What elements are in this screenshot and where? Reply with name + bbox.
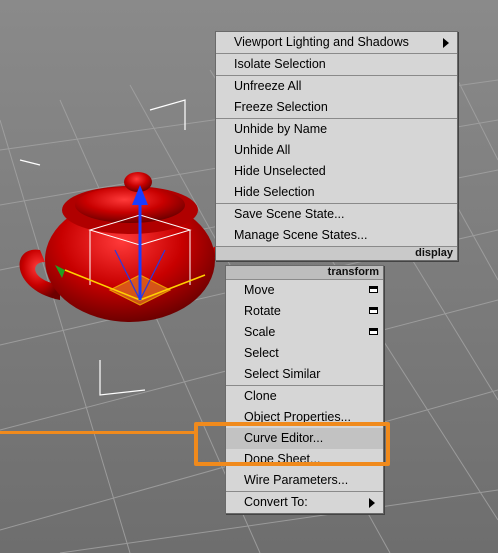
menu-item-label: Convert To:: [244, 495, 308, 509]
menu-item-unhide-all[interactable]: Unhide All: [216, 140, 457, 161]
display-section-5: Save Scene State... Manage Scene States.…: [216, 204, 457, 260]
menu-item-label: Move: [244, 283, 275, 297]
menu-item-label: Hide Selection: [234, 185, 315, 199]
menu-item-select-similar[interactable]: Select Similar: [226, 364, 383, 385]
display-section-3: Unfreeze All Freeze Selection: [216, 76, 457, 119]
callout-line: [0, 431, 196, 434]
submenu-arrow-icon: [443, 38, 449, 48]
submenu-arrow-icon: [369, 498, 375, 508]
menu-item-label: Scale: [244, 325, 276, 339]
display-section-2: Isolate Selection: [216, 54, 457, 76]
menu-item-label: Freeze Selection: [234, 100, 328, 114]
menu-item-isolate-selection[interactable]: Isolate Selection: [216, 54, 457, 75]
quad-label-transform: transform: [226, 266, 383, 280]
menu-item-select[interactable]: Select: [226, 343, 383, 364]
settings-box-icon[interactable]: [369, 286, 378, 293]
menu-item-clone[interactable]: Clone: [226, 386, 383, 407]
menu-item-wire-parameters[interactable]: Wire Parameters...: [226, 470, 383, 491]
transform-section-3: Convert To:: [226, 492, 383, 513]
menu-item-label: Clone: [244, 389, 277, 403]
menu-item-freeze-selection[interactable]: Freeze Selection: [216, 97, 457, 118]
menu-item-label: Select Similar: [244, 367, 321, 381]
menu-item-hide-unselected[interactable]: Hide Unselected: [216, 161, 457, 182]
menu-item-label: Unhide by Name: [234, 122, 328, 136]
menu-item-label: Select: [244, 346, 279, 360]
menu-item-move[interactable]: Move: [226, 280, 383, 301]
menu-item-unhide-by-name[interactable]: Unhide by Name: [216, 119, 457, 140]
menu-item-unfreeze-all[interactable]: Unfreeze All: [216, 76, 457, 97]
menu-item-label: Isolate Selection: [234, 57, 326, 71]
quad-menu-display: Viewport Lighting and Shadows Isolate Se…: [215, 31, 458, 261]
menu-item-hide-selection[interactable]: Hide Selection: [216, 182, 457, 203]
menu-item-label: Save Scene State...: [234, 207, 345, 221]
menu-item-label: Hide Unselected: [234, 164, 326, 178]
menu-item-scale[interactable]: Scale: [226, 322, 383, 343]
menu-item-label: Rotate: [244, 304, 281, 318]
quad-label-display: display: [216, 246, 457, 260]
menu-item-save-scene-state[interactable]: Save Scene State...: [216, 204, 457, 225]
menu-item-viewport-lighting[interactable]: Viewport Lighting and Shadows: [216, 32, 457, 53]
settings-box-icon[interactable]: [369, 328, 378, 335]
transform-section-1: Move Rotate Scale Select Select Similar: [226, 280, 383, 386]
menu-item-rotate[interactable]: Rotate: [226, 301, 383, 322]
display-section-4: Unhide by Name Unhide All Hide Unselecte…: [216, 119, 457, 204]
highlight-frame: [194, 422, 390, 466]
display-section-1: Viewport Lighting and Shadows: [216, 32, 457, 54]
menu-item-label: Manage Scene States...: [234, 228, 368, 242]
menu-item-label: Unfreeze All: [234, 79, 302, 93]
settings-box-icon[interactable]: [369, 307, 378, 314]
menu-item-label: Wire Parameters...: [244, 473, 349, 487]
menu-item-label: Unhide All: [234, 143, 291, 157]
menu-item-manage-scene-states[interactable]: Manage Scene States...: [216, 225, 457, 246]
menu-item-label: Viewport Lighting and Shadows: [234, 35, 409, 49]
quad-menu-transform: transform Move Rotate Scale Select Selec…: [225, 265, 384, 514]
menu-item-convert-to[interactable]: Convert To:: [226, 492, 383, 513]
